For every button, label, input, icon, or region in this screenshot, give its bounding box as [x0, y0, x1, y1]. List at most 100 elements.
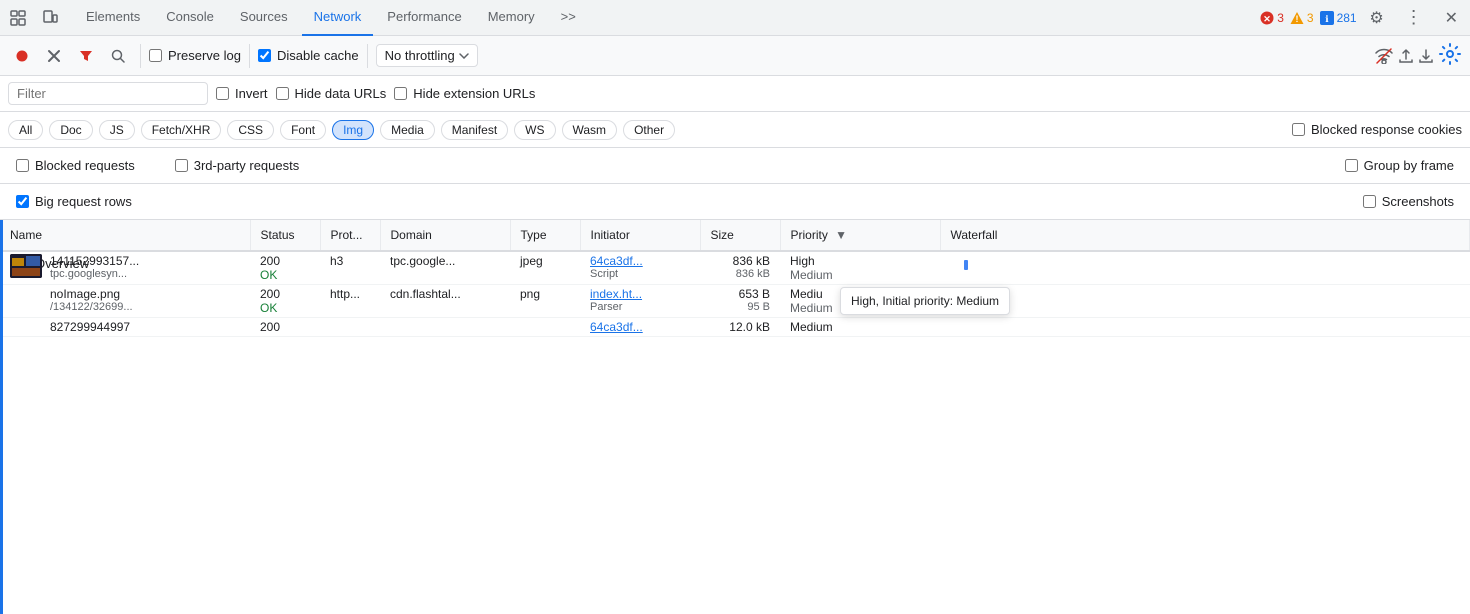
group-by-frame-checkbox[interactable] [1345, 159, 1358, 172]
table-row[interactable]: noImage.png /134122/32699... 200 OK http… [0, 285, 1470, 318]
row-2-initiator-link[interactable]: index.ht... [590, 287, 690, 301]
filter-icon-button[interactable] [72, 42, 100, 70]
disable-cache-label[interactable]: Disable cache [258, 48, 359, 63]
big-rows-label[interactable]: Big request rows [16, 194, 132, 209]
row-2-status-code: 200 [260, 287, 310, 301]
disable-cache-checkbox[interactable] [258, 49, 271, 62]
warning-badge[interactable]: ! 3 [1290, 11, 1314, 25]
table-row[interactable]: 141152993157... tpc.googlesyn... 200 OK … [0, 251, 1470, 285]
error-badge[interactable]: ✕ 3 [1260, 11, 1284, 25]
upload-icon[interactable] [1398, 48, 1414, 64]
options-toolbar-1: Blocked requests 3rd-party requests Grou… [0, 148, 1470, 184]
info-icon: ℹ [1320, 11, 1334, 25]
row-1-priority-sub: Medium [790, 268, 930, 282]
row-2-waterfall-cell [940, 285, 1470, 318]
invert-checkbox[interactable] [216, 87, 229, 100]
hide-extension-urls-text: Hide extension URLs [413, 86, 535, 101]
type-btn-wasm[interactable]: Wasm [562, 120, 618, 140]
row-1-name-secondary: tpc.googlesyn... [50, 268, 139, 280]
throttle-select[interactable]: No throttling [376, 44, 478, 67]
screenshots-text: Screenshots [1382, 194, 1454, 209]
tab-console[interactable]: Console [154, 0, 226, 36]
tab-sources[interactable]: Sources [228, 0, 300, 36]
info-badge[interactable]: ℹ 281 [1320, 11, 1357, 25]
search-button[interactable] [104, 42, 132, 70]
preserve-log-label[interactable]: Preserve log [149, 48, 241, 63]
type-btn-css[interactable]: CSS [227, 120, 274, 140]
row-1-status-cell: 200 OK [250, 251, 320, 285]
options-left-2: Big request rows [16, 194, 132, 209]
col-header-name[interactable]: Name [0, 220, 250, 251]
blocked-requests-checkbox[interactable] [16, 159, 29, 172]
blocked-requests-label[interactable]: Blocked requests [16, 158, 135, 173]
tab-elements[interactable]: Elements [74, 0, 152, 36]
row-3-domain [380, 318, 510, 337]
type-btn-fetch-xhr[interactable]: Fetch/XHR [141, 120, 222, 140]
col-header-initiator[interactable]: Initiator [580, 220, 700, 251]
row-3-waterfall-cell [940, 318, 1470, 337]
download-icon[interactable] [1418, 48, 1434, 64]
hide-data-urls-label[interactable]: Hide data URLs [276, 86, 387, 101]
row-3-initiator-link[interactable]: 64ca3df... [590, 320, 690, 334]
col-header-size[interactable]: Size [700, 220, 780, 251]
svg-text:!: ! [1295, 14, 1298, 24]
row-2-name-cell: noImage.png /134122/32699... [0, 285, 250, 318]
throttle-label: No throttling [385, 48, 455, 63]
blocked-cookies-checkbox[interactable] [1292, 123, 1305, 136]
row-3-type [510, 318, 580, 337]
group-by-frame-label[interactable]: Group by frame [1345, 158, 1454, 173]
hide-data-urls-checkbox[interactable] [276, 87, 289, 100]
table-row[interactable]: 827299944997 200 64ca3df... 12.0 kB M [0, 318, 1470, 337]
row-1-status-text: OK [260, 268, 310, 282]
record-icon [16, 50, 28, 62]
col-header-protocol[interactable]: Prot... [320, 220, 380, 251]
type-btn-all[interactable]: All [8, 120, 43, 140]
type-btn-js[interactable]: JS [99, 120, 135, 140]
col-header-waterfall[interactable]: Waterfall [940, 220, 1470, 251]
device-icon[interactable] [36, 4, 64, 32]
row-1-size-sub: 836 kB [710, 268, 770, 280]
row-2-protocol: http... [320, 285, 380, 318]
invert-text: Invert [235, 86, 268, 101]
hide-extension-urls-checkbox[interactable] [394, 87, 407, 100]
third-party-label[interactable]: 3rd-party requests [175, 158, 300, 173]
type-btn-other[interactable]: Other [623, 120, 675, 140]
col-header-status[interactable]: Status [250, 220, 320, 251]
more-options-icon[interactable]: ⋮ [1397, 3, 1431, 32]
screenshots-label[interactable]: Screenshots [1363, 194, 1454, 209]
type-btn-manifest[interactable]: Manifest [441, 120, 508, 140]
settings-icon[interactable]: ⚙ [1363, 4, 1391, 32]
col-header-type[interactable]: Type [510, 220, 580, 251]
tab-performance[interactable]: Performance [375, 0, 473, 36]
inspect-icon[interactable] [4, 4, 32, 32]
clear-button[interactable] [40, 42, 68, 70]
col-header-priority[interactable]: Priority ▼ [780, 220, 940, 251]
type-btn-ws[interactable]: WS [514, 120, 555, 140]
filter-input[interactable] [8, 82, 208, 105]
close-icon[interactable]: ✕ [1437, 4, 1466, 32]
type-btn-media[interactable]: Media [380, 120, 435, 140]
type-btn-img[interactable]: Img [332, 120, 374, 140]
tab-more[interactable]: >> [549, 0, 588, 36]
type-btn-doc[interactable]: Doc [49, 120, 92, 140]
row-1-initiator-link[interactable]: 64ca3df... [590, 254, 690, 268]
toolbar-divider-1 [140, 44, 141, 68]
blocked-cookies-option[interactable]: Blocked response cookies [1292, 122, 1462, 137]
big-rows-checkbox[interactable] [16, 195, 29, 208]
tab-memory[interactable]: Memory [476, 0, 547, 36]
blocked-cookies-text: Blocked response cookies [1311, 122, 1462, 137]
tab-network[interactable]: Network [302, 0, 374, 36]
blocked-requests-text: Blocked requests [35, 158, 135, 173]
invert-label[interactable]: Invert [216, 86, 268, 101]
settings-cog-icon[interactable] [1438, 42, 1462, 66]
col-header-domain[interactable]: Domain [380, 220, 510, 251]
type-btn-font[interactable]: Font [280, 120, 326, 140]
row-3-priority-main: Medium [790, 320, 930, 334]
hide-extension-urls-label[interactable]: Hide extension URLs [394, 86, 535, 101]
filter-icon [79, 49, 93, 63]
screenshots-checkbox[interactable] [1363, 195, 1376, 208]
stop-recording-button[interactable] [8, 42, 36, 70]
third-party-checkbox[interactable] [175, 159, 188, 172]
toolbar-divider-3 [367, 44, 368, 68]
preserve-log-checkbox[interactable] [149, 49, 162, 62]
